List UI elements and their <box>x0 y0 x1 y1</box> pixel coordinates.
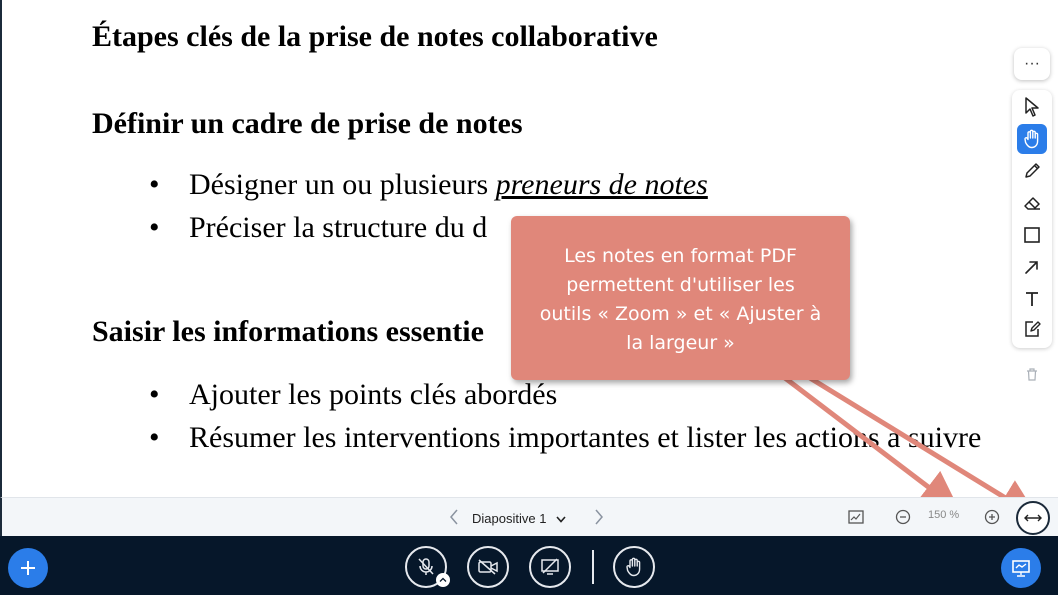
text-icon[interactable] <box>1017 284 1047 314</box>
bullet-text: Ajouter les points clés abordés <box>189 378 558 411</box>
bullet-text: Désigner un ou plusieurs <box>189 168 496 201</box>
bullet-marker: • <box>149 211 160 244</box>
audio-settings-caret-icon[interactable] <box>436 573 450 587</box>
plus-icon <box>21 561 35 575</box>
callout-line: Les notes en format PDF <box>564 245 797 267</box>
bullet-text: Préciser la structure du d <box>189 211 488 244</box>
bullet-item: • Résumer les interventions importantes e… <box>149 421 981 455</box>
share-screen-button[interactable] <box>529 546 571 588</box>
raise-hand-icon <box>626 557 641 577</box>
section-heading-2: Saisir les informations essentie <box>92 315 484 348</box>
action-bar <box>0 536 1058 595</box>
callout-box: Les notes en format PDF permettent d'uti… <box>511 216 850 380</box>
bullet-marker: • <box>149 378 160 411</box>
pencil-icon[interactable] <box>1017 156 1047 186</box>
actions-plus-button[interactable] <box>8 548 48 588</box>
bullet-item: • Préciser la structure du d <box>149 211 487 245</box>
eraser-icon[interactable] <box>1017 188 1047 218</box>
whiteboard-toolbar <box>1012 90 1052 348</box>
callout-line: outils « Zoom » et « Ajuster à <box>539 303 822 325</box>
bullet-item: • Désigner un ou plusieurs preneurs de no… <box>149 168 708 202</box>
arrow-icon[interactable] <box>1017 252 1047 282</box>
sticky-note-icon[interactable] <box>1017 314 1047 344</box>
microphone-muted-icon <box>418 558 434 575</box>
more-options-button[interactable]: ··· <box>1014 48 1050 80</box>
pointer-icon[interactable] <box>1017 92 1047 122</box>
minimize-presentation-icon[interactable] <box>846 507 866 527</box>
zoom-out-icon[interactable] <box>893 507 913 527</box>
bullet-marker: • <box>149 421 160 454</box>
presentation-icon <box>1012 560 1030 577</box>
divider <box>592 550 594 584</box>
next-slide-button[interactable] <box>590 506 608 528</box>
presentation-toolbar: Diapositive 1 150 % <box>0 497 1058 536</box>
callout-line: la largeur » <box>626 332 735 354</box>
toggle-presentation-button[interactable] <box>1001 548 1041 588</box>
bullet-item: • Ajouter les points clés abordés <box>149 378 557 412</box>
screenshare-off-icon <box>541 558 559 575</box>
bullet-emphasis: preneurs de notes <box>495 168 708 201</box>
callout-line: permettent d'utiliser les <box>566 274 795 296</box>
section-heading-1: Définir un cadre de prise de notes <box>92 107 523 140</box>
slide-title: Étapes clés de la prise de notes collabo… <box>92 20 658 53</box>
raise-hand-button[interactable] <box>613 546 655 588</box>
trash-icon[interactable] <box>1020 362 1044 386</box>
chevron-down-icon <box>556 511 567 526</box>
share-camera-button[interactable] <box>467 546 509 588</box>
slide-selector[interactable]: Diapositive 1 <box>472 507 567 529</box>
previous-slide-button[interactable] <box>445 506 463 528</box>
camera-off-icon <box>478 559 498 575</box>
bullet-text: Résumer les interventions importantes et… <box>189 421 982 454</box>
rectangle-icon[interactable] <box>1017 220 1047 250</box>
fit-to-width-button[interactable] <box>1016 501 1050 535</box>
zoom-in-icon[interactable] <box>982 507 1002 527</box>
bullet-marker: • <box>149 168 160 201</box>
slide-selector-label: Diapositive 1 <box>472 510 547 526</box>
zoom-level: 150 % <box>928 509 960 521</box>
hand-icon[interactable] <box>1017 124 1047 154</box>
